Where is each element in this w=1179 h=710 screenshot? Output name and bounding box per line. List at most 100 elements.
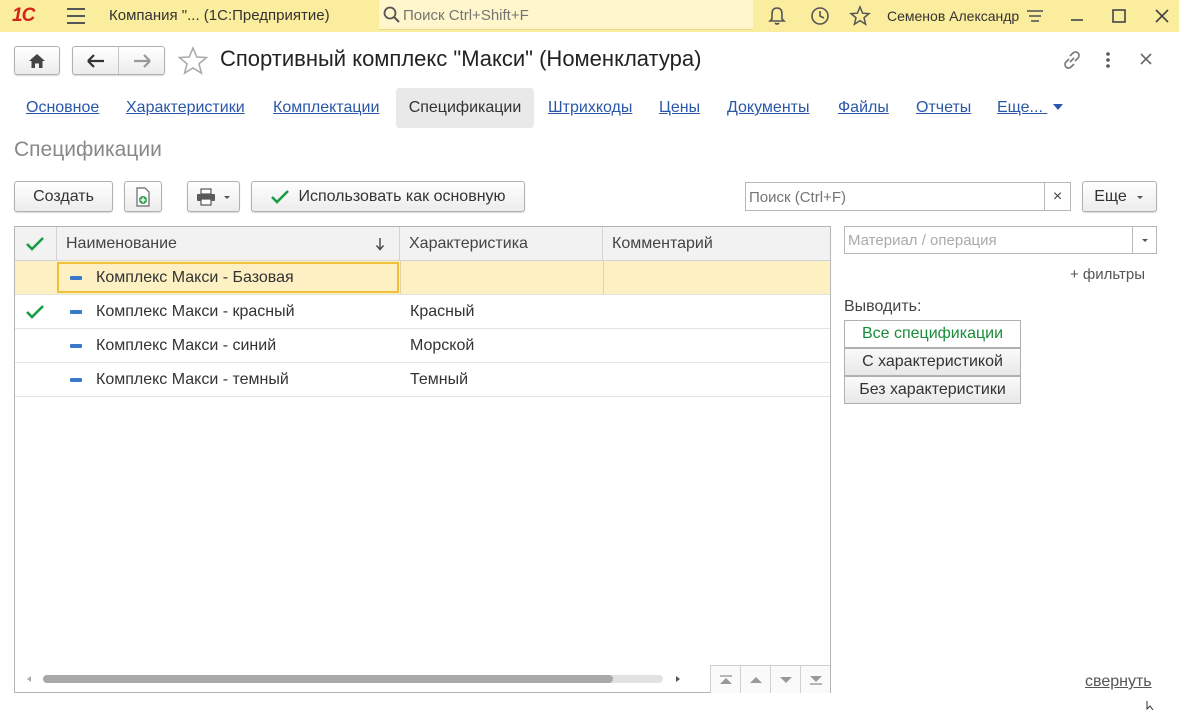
history-icon[interactable]	[809, 5, 831, 27]
table-row[interactable]: Комплекс Макси - темный Темный	[15, 363, 830, 397]
resize-grip-icon[interactable]	[1146, 700, 1158, 710]
scrollbar-thumb[interactable]	[43, 675, 613, 683]
row-navigation	[710, 665, 830, 693]
filter-without-characteristic[interactable]: Без характеристики	[844, 376, 1021, 404]
cell-divider	[400, 261, 401, 294]
scroll-left-icon[interactable]	[25, 675, 33, 683]
column-name[interactable]: Наименование	[57, 227, 400, 261]
tab-documents[interactable]: Документы	[727, 99, 809, 117]
caret-down-icon	[1136, 195, 1143, 199]
table-row[interactable]: Комплекс Макси - красный Красный	[15, 295, 830, 329]
tab-kits[interactable]: Комплектации	[273, 99, 379, 117]
user-name[interactable]: Семенов Александр	[887, 8, 1019, 24]
menu-icon[interactable]	[67, 8, 85, 24]
close-window-icon[interactable]	[1151, 5, 1173, 27]
material-operation-field[interactable]: Материал / операция	[844, 226, 1157, 254]
arrow-up-icon	[749, 676, 762, 683]
home-button[interactable]	[14, 46, 60, 75]
close-form-icon[interactable]	[1138, 51, 1154, 67]
tab-prices[interactable]: Цены	[659, 99, 700, 117]
row-characteristic: Морской	[410, 336, 475, 354]
forward-button[interactable]	[119, 47, 164, 74]
material-operation-placeholder: Материал / операция	[848, 232, 997, 249]
caret-down-icon	[223, 195, 230, 199]
scroll-right-icon[interactable]	[674, 675, 682, 683]
output-label: Выводить:	[844, 298, 922, 315]
arrow-left-icon	[86, 53, 104, 68]
star-icon[interactable]	[849, 5, 871, 27]
add-filters-link[interactable]: + фильтры	[1070, 266, 1145, 283]
global-search-input[interactable]	[403, 4, 743, 26]
navigation-group	[72, 46, 165, 75]
back-button[interactable]	[73, 47, 119, 74]
printer-icon	[196, 187, 215, 206]
app-logo[interactable]: 1С	[12, 5, 35, 27]
maximize-icon[interactable]	[1108, 5, 1130, 27]
sort-down-icon	[375, 238, 385, 251]
bell-icon[interactable]	[766, 5, 788, 27]
specification-icon	[70, 276, 82, 280]
tab-reports[interactable]: Отчеты	[916, 99, 971, 117]
move-up-button[interactable]	[740, 665, 770, 693]
horizontal-scrollbar[interactable]	[43, 675, 663, 683]
checkmark-icon	[271, 189, 290, 204]
more-actions-label: Еще	[1094, 187, 1127, 205]
list-search[interactable]: ×	[745, 182, 1071, 211]
row-name: Комплекс Макси - Базовая	[96, 268, 294, 286]
move-last-button[interactable]	[800, 665, 830, 693]
move-bottom-icon	[809, 675, 822, 685]
link-icon[interactable]	[1060, 48, 1084, 72]
column-characteristic[interactable]: Характеристика	[400, 227, 603, 261]
tab-more[interactable]: Еще...	[997, 99, 1065, 117]
copy-button[interactable]	[124, 181, 162, 212]
checkmark-icon	[26, 237, 44, 251]
home-icon	[29, 53, 45, 68]
dropdown-arrow-icon	[1053, 104, 1064, 110]
column-name-label: Наименование	[66, 235, 177, 252]
more-vertical-icon[interactable]	[1100, 49, 1116, 71]
use-as-main-button[interactable]: Использовать как основную	[251, 181, 525, 212]
table-header: Наименование Характеристика Комментарий	[15, 227, 830, 261]
tab-files[interactable]: Файлы	[838, 99, 889, 117]
settings-menu-icon[interactable]	[1024, 5, 1046, 27]
specification-icon	[70, 378, 82, 382]
table-row[interactable]: Комплекс Макси - синий Морской	[15, 329, 830, 363]
search-icon	[383, 6, 400, 23]
tab-characteristics[interactable]: Характеристики	[126, 99, 245, 117]
filter-with-characteristic[interactable]: С характеристикой	[844, 348, 1021, 376]
favorite-star-icon[interactable]	[177, 46, 209, 76]
dropdown-button[interactable]	[1132, 227, 1156, 253]
tab-more-label: Еще...	[997, 99, 1043, 116]
row-name: Комплекс Макси - темный	[96, 370, 289, 388]
more-actions-button[interactable]: Еще	[1082, 181, 1157, 212]
row-name: Комплекс Макси - красный	[96, 302, 295, 320]
move-first-button[interactable]	[710, 665, 740, 693]
print-button[interactable]	[187, 181, 240, 212]
minimize-icon[interactable]	[1066, 5, 1088, 27]
table-row[interactable]: Комплекс Макси - Базовая	[15, 261, 830, 295]
row-characteristic: Красный	[410, 302, 475, 320]
filter-all-specifications[interactable]: Все спецификации	[844, 320, 1021, 348]
tab-barcodes[interactable]: Штрихкоды	[548, 99, 632, 117]
tab-specifications[interactable]: Спецификации	[396, 88, 534, 128]
move-top-icon	[719, 674, 732, 684]
move-down-button[interactable]	[770, 665, 800, 693]
collapse-link[interactable]: свернуть	[1085, 673, 1152, 691]
page-title: Спортивный комплекс "Макси" (Номенклатур…	[220, 46, 702, 71]
clear-search-button[interactable]: ×	[1044, 183, 1070, 210]
column-main-flag[interactable]	[15, 227, 57, 261]
app-title: Компания "... (1С:Предприятие)	[109, 7, 330, 24]
arrow-down-icon	[779, 676, 792, 683]
cell-divider	[603, 261, 604, 294]
top-bar: 1С Компания "... (1С:Предприятие) Семено…	[0, 0, 1179, 32]
specifications-table[interactable]: Наименование Характеристика Комментарий …	[14, 226, 831, 693]
create-button[interactable]: Создать	[14, 181, 113, 212]
section-title: Спецификации	[14, 138, 162, 161]
specification-icon	[70, 344, 82, 348]
global-search[interactable]	[379, 0, 753, 30]
tab-main[interactable]: Основное	[26, 99, 99, 117]
list-search-input[interactable]	[749, 187, 1039, 207]
column-comment[interactable]: Комментарий	[603, 227, 830, 261]
row-name: Комплекс Макси - синий	[96, 336, 277, 354]
row-characteristic: Темный	[410, 370, 469, 388]
